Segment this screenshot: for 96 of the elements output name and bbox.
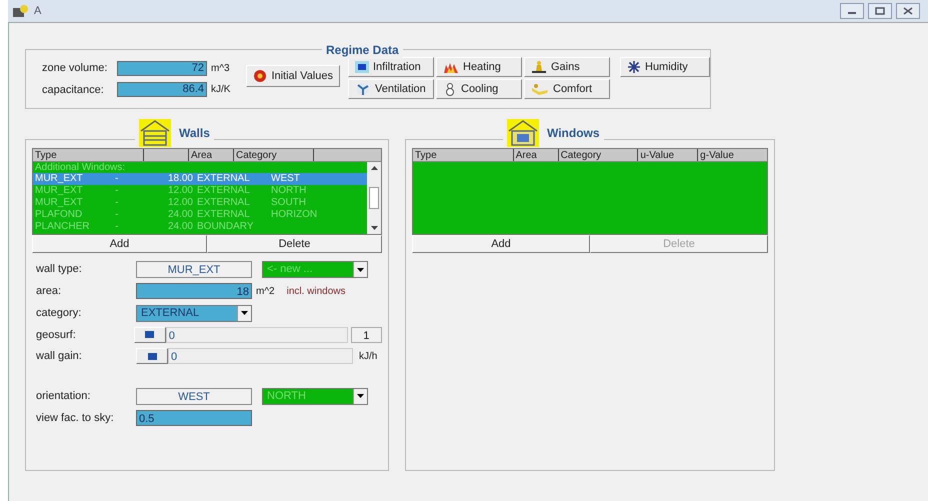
column-header[interactable]: Area xyxy=(512,149,558,161)
field-label: category: xyxy=(36,306,82,321)
field-label: orientation: xyxy=(36,388,92,404)
flame-icon xyxy=(443,61,459,73)
table-cell-text: EXTERNAL xyxy=(196,209,251,221)
caret-icon xyxy=(241,311,248,315)
list-button[interactable]: Add xyxy=(32,235,207,253)
field-label: capacitance: xyxy=(42,82,105,98)
table-cell-text: MUR_EXT xyxy=(35,197,84,209)
column-header[interactable]: Type xyxy=(413,149,513,161)
close-icon xyxy=(903,7,913,15)
maximize-icon xyxy=(875,7,885,15)
toolbar-button[interactable]: Heating xyxy=(436,57,522,77)
column-header[interactable]: Category xyxy=(233,149,313,161)
windows-list[interactable]: Type Area Category u-Value g-Value xyxy=(412,148,768,235)
maximize-button[interactable] xyxy=(868,3,892,19)
square-icon xyxy=(355,61,369,73)
input-field[interactable]: 72 xyxy=(117,60,207,76)
unit-label: m^2 xyxy=(256,284,275,299)
app-icon xyxy=(12,4,30,18)
dropdown[interactable]: EXTERNAL xyxy=(136,304,252,322)
table-cell-text: - xyxy=(115,185,120,197)
table-cell-text: 12.00 xyxy=(166,197,193,209)
table-cell-text: EXTERNAL xyxy=(196,197,251,209)
snowflake-icon xyxy=(627,60,641,74)
unit-label: kJ/h xyxy=(359,350,378,364)
minimize-button[interactable] xyxy=(840,3,864,19)
window-title: A xyxy=(34,4,42,19)
toolbar-button[interactable]: Ventilation xyxy=(348,79,434,99)
table-cell-text: 24.00 xyxy=(166,221,193,233)
unit-label: m^3 xyxy=(211,62,230,76)
field-label: area: xyxy=(36,284,62,299)
lounger-icon xyxy=(531,82,549,96)
table-cell-text: HORIZON xyxy=(271,209,318,221)
input-field[interactable]: 86.4 xyxy=(117,82,207,98)
field-label: wall gain: xyxy=(36,349,83,364)
table-cell-text: EXTERNAL xyxy=(196,185,251,197)
field-label: wall type: xyxy=(36,262,83,278)
table-cell-text: 18.00 xyxy=(166,173,193,185)
list-button[interactable]: Delete xyxy=(207,235,382,253)
house-icon xyxy=(139,119,171,147)
table-cell-text: BOUNDARY xyxy=(196,221,254,233)
list-button[interactable]: Add xyxy=(412,235,590,253)
factor-field[interactable]: 1 xyxy=(350,326,382,343)
value-field[interactable]: WEST xyxy=(136,388,252,404)
toolbar-button[interactable]: Humidity xyxy=(620,57,710,77)
value-field[interactable]: 0 xyxy=(166,326,348,343)
table-cell-text: - xyxy=(115,197,120,209)
table-cell-text: 12.00 xyxy=(166,185,193,197)
table-cell-text: MUR_EXT xyxy=(35,173,84,185)
field-label: zone volume: xyxy=(42,61,108,76)
field-label: geosurf: xyxy=(36,328,77,342)
table-cell-text: PLANCHER xyxy=(35,221,90,233)
scroll-thumb[interactable] xyxy=(369,187,379,209)
gear-icon xyxy=(253,69,268,83)
table-cell-text: PLAFOND xyxy=(35,209,84,221)
note-text: incl. windows xyxy=(286,284,346,299)
field-label: view fac. to sky: xyxy=(36,410,115,426)
scroll-down-icon xyxy=(370,226,378,230)
close-button[interactable] xyxy=(896,3,920,19)
column-header[interactable]: Area xyxy=(188,149,233,161)
initial-values-button[interactable]: Initial Values xyxy=(246,65,340,87)
value-field[interactable]: 0 xyxy=(168,348,353,364)
column-header[interactable]: Category xyxy=(558,149,638,161)
walls-list[interactable]: Type Area Category Additional Windows: MUR_EXT - 18.00 EXTERNAL WEST MUR_EXT - 12.00 EXTERNAL NORTH MUR_EXT - 12.00 EXTERNAL SOUTH PLAFOND - 24.00 EXTERNAL HORIZON PLANCHER - 24.00 BOUNDARY xyxy=(32,148,382,235)
caret-icon xyxy=(357,268,364,272)
table-cell-text: EXTERNAL xyxy=(196,173,251,185)
scroll-up-icon xyxy=(370,166,378,170)
value-field[interactable]: MUR_EXT xyxy=(136,261,252,278)
input-field[interactable]: 18 xyxy=(136,283,252,300)
group-title: Walls xyxy=(179,125,210,142)
table-cell-text: - xyxy=(115,173,120,185)
toolbar-button[interactable]: Gains xyxy=(524,57,610,77)
toolbar-button[interactable]: Comfort xyxy=(524,79,610,99)
table-cell-text: WEST xyxy=(271,173,301,185)
caret-icon xyxy=(357,394,364,398)
toolbar-button[interactable]: Cooling xyxy=(436,79,522,99)
person-icon xyxy=(531,60,547,74)
list-group-label: Additional Windows: xyxy=(34,162,126,173)
unit-label: kJ/K xyxy=(211,83,230,98)
toolbar-button[interactable]: Infiltration xyxy=(348,57,434,77)
table-cell-text: MUR_EXT xyxy=(35,185,84,197)
table-cell-text: SOUTH xyxy=(271,197,307,209)
scrollbar[interactable] xyxy=(367,162,381,234)
table-cell-text: - xyxy=(115,221,120,233)
house-icon xyxy=(507,119,539,147)
table-cell-text: 24.00 xyxy=(166,209,193,221)
picker-button[interactable] xyxy=(134,326,166,343)
group-title: Windows xyxy=(547,125,600,142)
column-header[interactable]: Type xyxy=(33,149,143,161)
column-header[interactable]: g-Value xyxy=(697,149,767,161)
picker-button[interactable] xyxy=(136,348,168,364)
column-header[interactable]: u-Value xyxy=(637,149,698,161)
table-cell-text: NORTH xyxy=(271,185,308,197)
input-field[interactable]: 0.5 xyxy=(136,410,252,426)
table-cell-text: - xyxy=(115,209,120,221)
